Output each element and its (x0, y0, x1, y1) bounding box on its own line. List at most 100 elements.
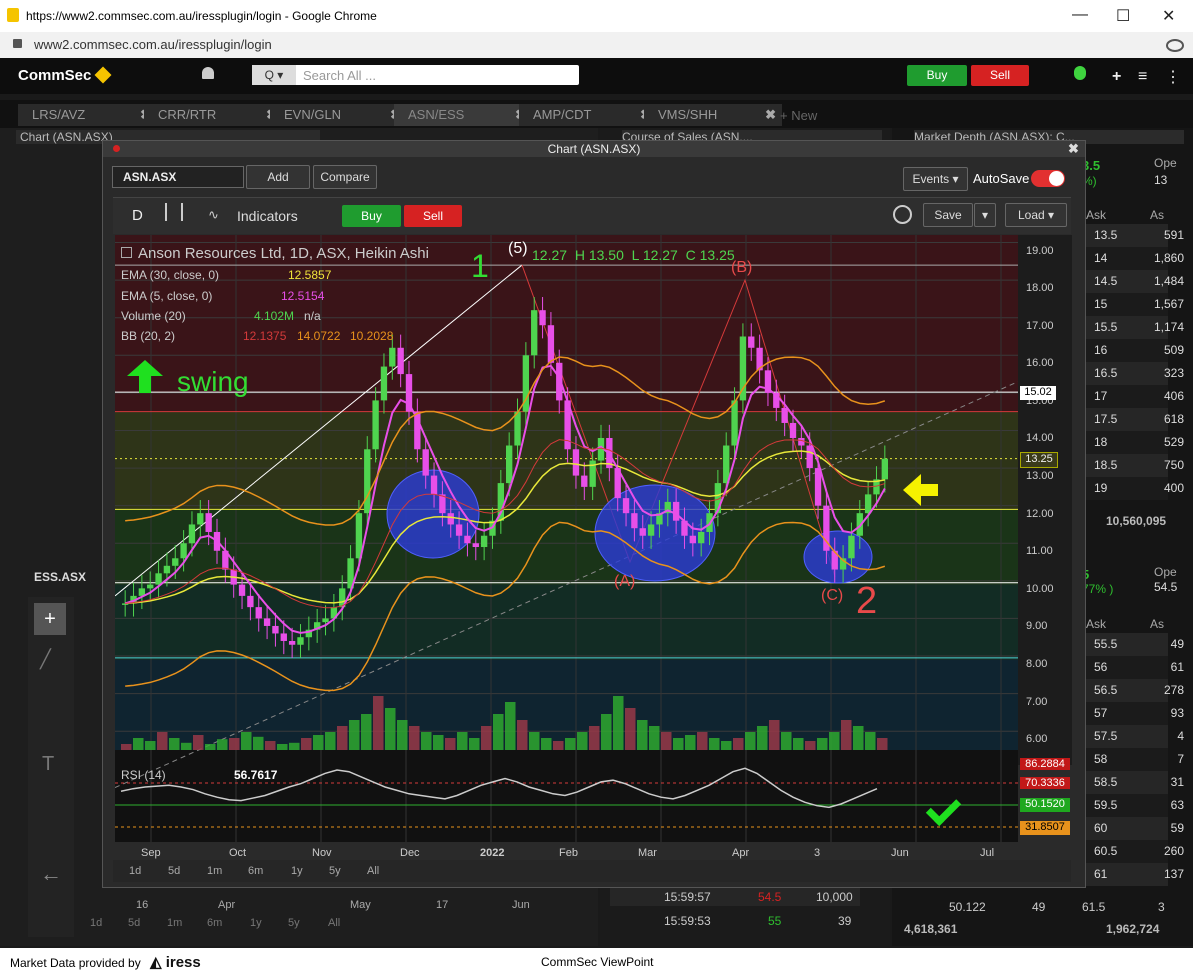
depth-row[interactable]: 56.5 278 (1082, 679, 1184, 702)
depth-row[interactable]: 14.5 1,484 (1082, 270, 1184, 293)
range-1y[interactable]: 1y (291, 865, 303, 877)
depth-row[interactable]: 18 529 (1082, 431, 1184, 454)
volume-bar (469, 738, 480, 750)
candle-body (781, 407, 788, 423)
close-window-button[interactable]: ✕ (1162, 6, 1175, 26)
range-1y[interactable]: 1y (250, 917, 262, 929)
save-button[interactable]: Save (923, 203, 973, 227)
range-1m[interactable]: 1m (167, 917, 182, 929)
search-box[interactable]: Q ▾ Search All ... (252, 65, 579, 85)
depth-row[interactable]: 57.5 4 (1082, 725, 1184, 748)
range-1d[interactable]: 1d (90, 917, 102, 929)
volume-bar (505, 702, 516, 750)
chart-sell-button[interactable]: Sell (404, 205, 462, 227)
gear-icon[interactable] (893, 205, 912, 224)
range-5d[interactable]: 5d (128, 917, 140, 929)
range-5d[interactable]: 5d (168, 865, 180, 877)
range-all[interactable]: All (367, 865, 379, 877)
depth-row[interactable]: 58.5 31 (1082, 771, 1184, 794)
commsec-logo[interactable]: CommSec (18, 66, 112, 84)
depth-row[interactable]: 61 137 (1082, 863, 1184, 886)
load-dropdown[interactable]: Load ▾ (1005, 203, 1067, 227)
range-5y[interactable]: 5y (288, 917, 300, 929)
add-button[interactable]: Add (246, 165, 310, 189)
minimize-button[interactable]: — (1072, 6, 1088, 24)
back-arrow-icon[interactable]: ← (40, 861, 62, 887)
legend-ema30: EMA (30, close, 0) 12.5857 (121, 268, 332, 282)
volume-bar (253, 736, 264, 750)
close-chart-icon[interactable]: ✖ (1068, 141, 1079, 157)
compare-button[interactable]: Compare (313, 165, 377, 189)
price-chart[interactable] (115, 235, 1018, 842)
tab-vms-shh[interactable]: VMS/SHH ✖ (644, 104, 782, 126)
rsi-panel (115, 750, 1018, 842)
more-icon[interactable]: ⋮ (1165, 67, 1181, 87)
drawing-toolbar: + ╱ T ← (28, 597, 74, 937)
depth-row[interactable]: 13.5 591 (1082, 224, 1184, 247)
add-panel-icon[interactable]: + (1112, 68, 1121, 86)
ess-label[interactable]: ESS.ASX (34, 570, 86, 584)
top-buy-button[interactable]: Buy (907, 65, 967, 86)
volume-bar (217, 739, 228, 750)
range-all[interactable]: All (328, 917, 340, 929)
depth-row[interactable]: 60 59 (1082, 817, 1184, 840)
text-tool-icon[interactable]: T (42, 753, 54, 776)
url-text[interactable]: www2.commsec.com.au/iressplugin/login (34, 37, 272, 52)
candle-body (322, 618, 329, 623)
depth-row[interactable]: 57 93 (1082, 702, 1184, 725)
eye-icon[interactable] (1166, 39, 1184, 52)
tab-amp-cdt[interactable]: AMP/CDT✖ (519, 104, 657, 126)
collapse-icon[interactable] (121, 247, 132, 258)
search-dropdown[interactable]: Q ▾ (252, 65, 296, 85)
candle-body (639, 528, 646, 536)
volume-bar (553, 741, 564, 750)
range-1m[interactable]: 1m (207, 865, 222, 877)
new-tab-button[interactable]: + New (780, 108, 817, 123)
range-1d[interactable]: 1d (129, 865, 141, 877)
close-tab-icon[interactable]: ✖ (765, 104, 776, 126)
depth-row[interactable]: 19 400 (1082, 477, 1184, 500)
depth-row[interactable]: 15 1,567 (1082, 293, 1184, 316)
depth-row[interactable]: 18.5 750 (1082, 454, 1184, 477)
tab-evn-gln[interactable]: EVN/GLN✖ (270, 104, 407, 126)
range-6m[interactable]: 6m (207, 917, 222, 929)
trendline-tool-icon[interactable]: ╱ (40, 649, 51, 670)
depth-row[interactable]: 60.5 260 (1082, 840, 1184, 863)
volume-bar (277, 744, 288, 750)
period-button[interactable]: D (132, 207, 143, 224)
crosshair-tool-icon[interactable]: + (34, 603, 66, 635)
depth-row[interactable]: 17.5 618 (1082, 408, 1184, 431)
save-dropdown[interactable]: ▾ (974, 203, 996, 227)
depth-row[interactable]: 15.5 1,174 (1082, 316, 1184, 339)
tab-lrs-avz[interactable]: LRS/AVZ✖ (18, 104, 157, 126)
depth-row[interactable]: 58 7 (1082, 748, 1184, 771)
indicators-icon[interactable]: ∿ (208, 207, 219, 223)
bulb-icon[interactable] (1074, 66, 1086, 80)
depth-row[interactable]: 16.5 323 (1082, 362, 1184, 385)
depth-row[interactable]: 17 406 (1082, 385, 1184, 408)
depth-row[interactable]: 56 61 (1082, 656, 1184, 679)
range-6m[interactable]: 6m (248, 865, 263, 877)
depth-row[interactable]: 59.5 63 (1082, 794, 1184, 817)
depth-row[interactable]: 16 509 (1082, 339, 1184, 362)
tab-crr-rtr[interactable]: CRR/RTR✖ (144, 104, 283, 126)
chart-window-title[interactable]: Chart (ASN.ASX) (103, 141, 1085, 157)
symbol-input[interactable]: ASN.ASX (112, 166, 244, 188)
volume-bar (409, 726, 420, 750)
depth-row[interactable]: 14 1,860 (1082, 247, 1184, 270)
tab-asn-ess[interactable]: ASN/ESS✖ (394, 104, 532, 126)
range-5y[interactable]: 5y (329, 865, 341, 877)
bell-icon[interactable] (202, 67, 214, 79)
depth-row[interactable]: 55.5 49 (1082, 633, 1184, 656)
indicators-button[interactable]: Indicators (237, 208, 298, 224)
candle-body (288, 640, 296, 645)
chart-buy-button[interactable]: Buy (342, 205, 401, 227)
candle-type-icon[interactable] (165, 203, 183, 221)
autosave-toggle[interactable] (1031, 170, 1065, 187)
search-input[interactable]: Search All ... (303, 68, 376, 83)
maximize-button[interactable]: ☐ (1116, 6, 1130, 26)
events-dropdown[interactable]: Events ▾ (903, 167, 968, 191)
menu-icon[interactable]: ≡ (1138, 68, 1147, 86)
address-bar[interactable]: www2.commsec.com.au/iressplugin/login (0, 32, 1193, 59)
top-sell-button[interactable]: Sell (971, 65, 1029, 86)
